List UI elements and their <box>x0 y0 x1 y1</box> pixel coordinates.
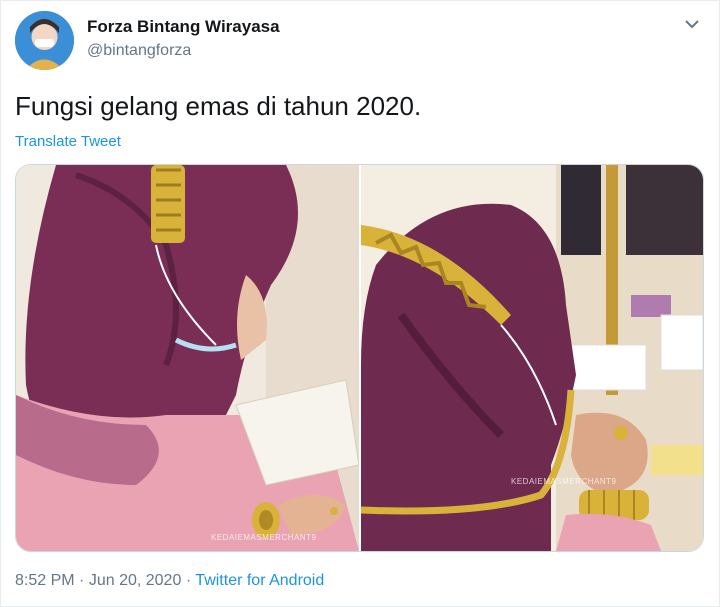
tweet-text: Fungsi gelang emas di tahun 2020. <box>15 91 422 121</box>
avatar-image <box>15 11 74 70</box>
photo-2-image <box>361 165 703 551</box>
chevron-down-icon[interactable] <box>683 15 701 33</box>
tweet-meta: 8:52 PM · Jun 20, 2020 · Twitter for And… <box>15 572 324 590</box>
translate-tweet-link[interactable]: Translate Tweet <box>15 133 121 150</box>
photo-1-image <box>16 165 359 551</box>
avatar[interactable] <box>15 11 74 70</box>
tweet-date[interactable]: Jun 20, 2020 <box>89 572 182 589</box>
meta-separator: · <box>185 572 192 589</box>
tweet-media[interactable]: KEDAIEMASMERCHANT9 KEDAIEMASMERCHANT9 <box>15 164 704 552</box>
photo-1[interactable]: KEDAIEMASMERCHANT9 <box>16 165 361 551</box>
user-name[interactable]: Forza Bintang Wirayasa <box>87 17 280 37</box>
photo-2[interactable]: KEDAIEMASMERCHANT9 <box>361 165 703 551</box>
meta-separator: · <box>79 572 85 589</box>
tweet-time[interactable]: 8:52 PM <box>15 572 75 589</box>
tweet-source-link[interactable]: Twitter for Android <box>195 572 324 589</box>
tweet-card: Forza Bintang Wirayasa @bintangforza Fun… <box>0 0 720 607</box>
photo-1-watermark: KEDAIEMASMERCHANT9 <box>211 533 317 542</box>
user-handle[interactable]: @bintangforza <box>87 42 191 60</box>
photo-2-watermark: KEDAIEMASMERCHANT9 <box>511 477 617 486</box>
